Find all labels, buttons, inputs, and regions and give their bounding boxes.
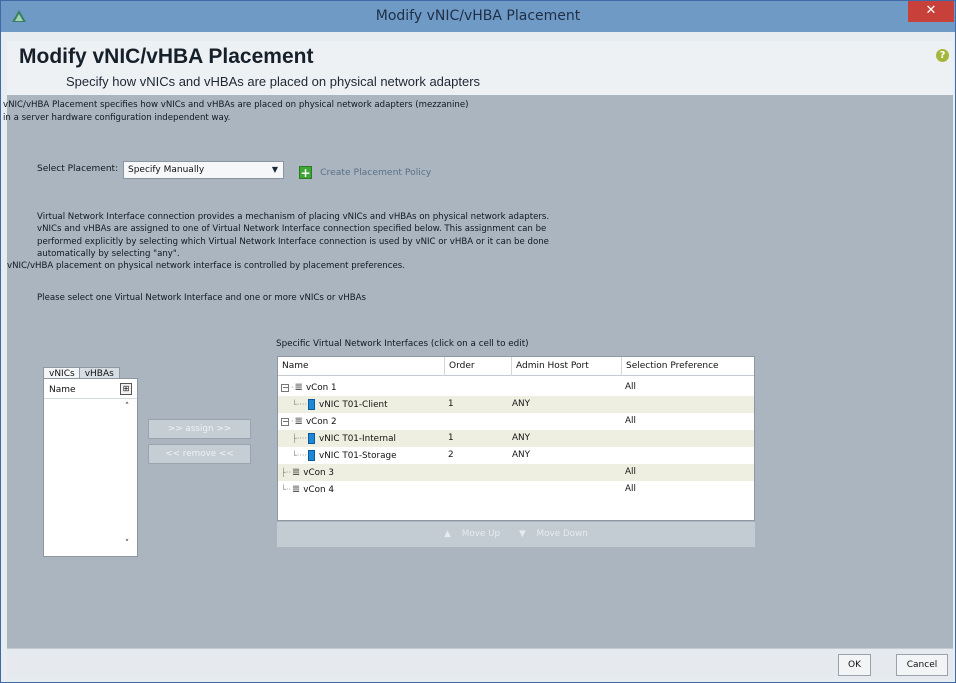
row-name: vCon 4 xyxy=(303,485,334,495)
move-down-label: Move Down xyxy=(536,529,588,539)
intro-line-2: in a server hardware configuration indep… xyxy=(3,113,231,123)
row-admin-host-port[interactable]: ANY xyxy=(512,399,530,409)
description-line: vNIC/vHBA placement on physical network … xyxy=(7,261,405,272)
description-line: performed explicitly by selecting which … xyxy=(37,236,549,247)
list-column-name: Name xyxy=(49,385,76,395)
vcon-icon: ≣ xyxy=(294,416,303,427)
row-name: vCon 2 xyxy=(305,417,337,427)
row-order[interactable]: 2 xyxy=(448,450,454,460)
move-down-button[interactable]: ▼ Move Down xyxy=(515,529,592,539)
cancel-button[interactable]: Cancel xyxy=(896,654,948,676)
ok-button[interactable]: OK xyxy=(838,654,871,676)
placement-selected-value: Specify Manually xyxy=(128,165,205,175)
description-line: Virtual Network Interface connection pro… xyxy=(37,212,550,222)
page-title: Modify vNIC/vHBA Placement xyxy=(19,45,314,68)
collapse-icon[interactable]: − xyxy=(281,417,289,426)
vnic-icon xyxy=(308,450,315,461)
title-bar[interactable]: Modify vNIC/vHBA Placement ✕ xyxy=(1,1,955,32)
row-name: vNIC T01-Client xyxy=(319,400,388,410)
tree-connector: ├·· xyxy=(281,468,291,477)
table-row[interactable]: └··≣ vCon 4 All xyxy=(278,481,754,498)
vnic-icon xyxy=(308,433,315,444)
vcon-icon: ≣ xyxy=(294,382,303,393)
tree-connector: ├···· xyxy=(292,434,307,443)
column-header-admin-host-port[interactable]: Admin Host Port xyxy=(512,357,622,376)
row-name: vNIC T01-Storage xyxy=(319,451,397,461)
move-up-button[interactable]: ▲ Move Up xyxy=(440,529,504,539)
tab-bar: vNICs vHBAs xyxy=(43,361,120,383)
placement-select[interactable]: Specify Manually ▼ xyxy=(123,161,284,179)
assign-button[interactable]: >> assign >> xyxy=(148,419,251,439)
table-row[interactable]: − ·≣ vCon 2 All xyxy=(278,413,754,430)
table-row[interactable]: ├··≣ vCon 3 All xyxy=(278,464,754,481)
vcon-icon: ≣ xyxy=(291,467,301,478)
scroll-down-icon[interactable]: ˅ xyxy=(121,538,133,550)
collapse-icon[interactable]: − xyxy=(281,383,289,392)
create-placement-policy-link[interactable]: + Create Placement Policy xyxy=(299,162,431,181)
column-header-selection-preference[interactable]: Selection Preference xyxy=(622,357,755,376)
vnic-icon xyxy=(308,399,315,410)
button-bar: OK Cancel xyxy=(7,648,953,679)
description-text: Virtual Network Interface connection pro… xyxy=(7,211,597,272)
tree-connector: └·· xyxy=(281,485,291,494)
interfaces-table-caption: Specific Virtual Network Interfaces (cli… xyxy=(276,339,529,349)
arrow-down-icon: ▼ xyxy=(518,529,526,539)
row-name-cell: − ·≣ vCon 2 xyxy=(281,416,337,427)
row-name-cell: ├···· vNIC T01-Internal xyxy=(292,433,396,444)
window-title: Modify vNIC/vHBA Placement xyxy=(375,8,581,24)
table-row[interactable]: └···· vNIC T01-Storage 2 ANY xyxy=(278,447,754,464)
row-preference[interactable]: All xyxy=(625,484,636,494)
row-name-cell: └···· vNIC T01-Storage xyxy=(292,450,396,461)
list-column-header[interactable]: Name ⊞ xyxy=(44,379,137,399)
row-name: vCon 1 xyxy=(305,383,337,393)
row-preference[interactable]: All xyxy=(625,382,636,392)
row-name-cell: └··≣ vCon 4 xyxy=(281,484,334,495)
tree-connector: └···· xyxy=(292,451,307,460)
help-icon[interactable]: ? xyxy=(936,49,949,62)
interfaces-table: Name Order Admin Host Port Selection Pre… xyxy=(277,356,755,521)
column-header-order[interactable]: Order xyxy=(445,357,512,376)
row-name: vCon 3 xyxy=(303,468,334,478)
row-admin-host-port[interactable]: ANY xyxy=(512,433,530,443)
intro-text: vNIC/vHBA Placement specifies how vNICs … xyxy=(3,99,623,125)
row-preference[interactable]: All xyxy=(625,416,636,426)
placement-label: Select Placement: xyxy=(37,164,119,174)
page-subtitle: Specify how vNICs and vHBAs are placed o… xyxy=(66,74,481,89)
close-button[interactable]: ✕ xyxy=(908,1,954,22)
intro-line-1: vNIC/vHBA Placement specifies how vNICs … xyxy=(3,100,469,110)
page-header: Modify vNIC/vHBA Placement Specify how v… xyxy=(7,41,953,95)
plus-icon: + xyxy=(299,166,312,180)
row-name-cell: − ·≣ vCon 1 xyxy=(281,382,337,393)
tree-connector: · xyxy=(291,383,294,392)
move-toolbar: ▲ Move Up ▼ Move Down xyxy=(277,522,755,547)
move-up-label: Move Up xyxy=(461,529,501,539)
arrow-up-icon: ▲ xyxy=(444,529,451,539)
remove-button[interactable]: << remove << xyxy=(148,444,251,464)
row-order[interactable]: 1 xyxy=(448,399,454,409)
scroll-up-icon[interactable]: ˄ xyxy=(121,401,133,413)
row-name: vNIC T01-Internal xyxy=(319,434,396,444)
table-row[interactable]: − ·≣ vCon 1 All xyxy=(278,379,754,396)
row-order[interactable]: 1 xyxy=(448,433,454,443)
main-panel: vNIC/vHBA Placement specifies how vNICs … xyxy=(3,95,953,648)
description-line: vNICs and vHBAs are assigned to one of V… xyxy=(37,224,547,235)
table-header: Name Order Admin Host Port Selection Pre… xyxy=(278,357,754,376)
dialog-window: Modify vNIC/vHBA Placement ✕ Modify vNIC… xyxy=(0,0,956,683)
table-row[interactable]: └···· vNIC T01-Client 1 ANY xyxy=(278,396,754,413)
column-header-name[interactable]: Name xyxy=(278,357,445,376)
vcon-icon: ≣ xyxy=(291,484,301,495)
table-row[interactable]: ├···· vNIC T01-Internal 1 ANY xyxy=(278,430,754,447)
tree-connector: · xyxy=(291,417,294,426)
vnic-list-panel[interactable]: Name ⊞ ˄ ˅ xyxy=(43,378,138,557)
column-chooser-icon[interactable]: ⊞ xyxy=(120,383,132,395)
row-name-cell: ├··≣ vCon 3 xyxy=(281,467,334,478)
description-line: automatically by selecting "any". xyxy=(37,248,180,259)
instruction-text: Please select one Virtual Network Interf… xyxy=(37,293,366,303)
row-preference[interactable]: All xyxy=(625,467,636,477)
row-admin-host-port[interactable]: ANY xyxy=(512,450,530,460)
create-placement-policy-label: Create Placement Policy xyxy=(320,167,432,178)
row-name-cell: └···· vNIC T01-Client xyxy=(292,399,388,410)
chevron-down-icon[interactable]: ▼ xyxy=(270,164,280,175)
tree-connector: └···· xyxy=(292,400,307,409)
